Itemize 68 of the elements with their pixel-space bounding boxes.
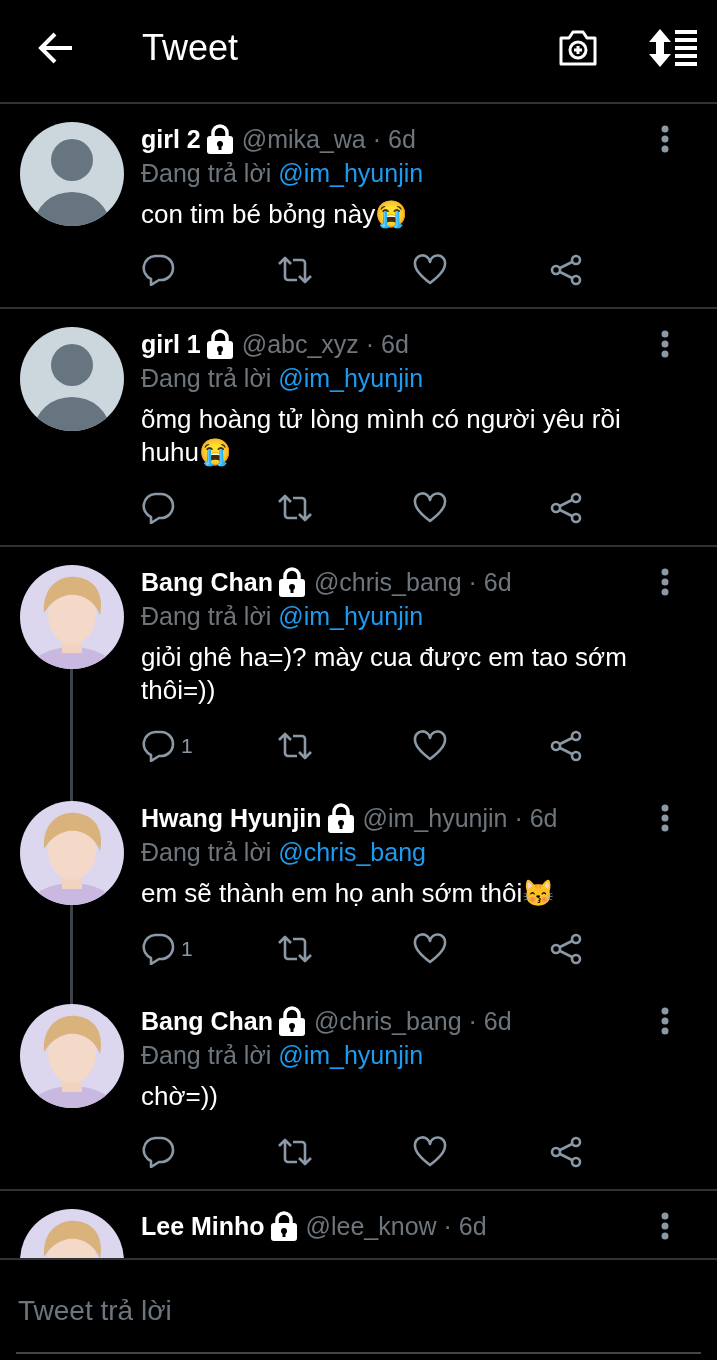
author-name[interactable]: Bang Chan <box>141 1006 273 1036</box>
heart-icon[interactable] <box>413 1136 447 1168</box>
more-icon[interactable] <box>661 330 669 358</box>
lock-icon <box>205 124 234 154</box>
mention-link[interactable]: @im_hyunjin <box>278 159 424 187</box>
page-title: Tweet <box>142 27 240 69</box>
mention-link[interactable]: @im_hyunjin <box>278 1041 424 1069</box>
author-name[interactable]: Lee Minho <box>141 1211 265 1241</box>
author-name[interactable]: girl 2 <box>141 124 201 154</box>
reply-icon[interactable] <box>141 492 175 524</box>
share-icon[interactable] <box>549 933 583 965</box>
handle-and-time: @chris_bang · 6d <box>313 567 513 597</box>
sort-icon[interactable] <box>649 29 697 67</box>
author-name[interactable]: Hwang Hyunjin <box>141 803 322 833</box>
author-name[interactable]: girl 1 <box>141 329 201 359</box>
tweet-text: con tim bé bỏng này😭 <box>141 198 409 231</box>
tweet-text: giỏi ghê ha=)? mày cua được em tao sớm thôi=)) <box>141 641 628 707</box>
replying-to-text: Đang trả lời @im_hyunjin <box>141 158 425 189</box>
heart-icon[interactable] <box>413 492 447 524</box>
replying-to-text: Đang trả lời @im_hyunjin <box>141 363 425 394</box>
reply-field[interactable]: Tweet trả lời <box>16 1270 701 1354</box>
mention-link[interactable]: @im_hyunjin <box>278 602 424 630</box>
mention-link[interactable]: @chris_bang <box>278 838 426 866</box>
more-icon[interactable] <box>661 125 669 153</box>
share-icon[interactable] <box>549 1136 583 1168</box>
reply-icon[interactable] <box>141 933 175 965</box>
handle-and-time: @mika_wa · 6d <box>241 124 417 154</box>
share-icon[interactable] <box>549 730 583 762</box>
handle-and-time: @abc_xyz · 6d <box>241 329 410 359</box>
share-icon[interactable] <box>549 254 583 286</box>
mention-link[interactable]: @im_hyunjin <box>278 364 424 392</box>
reply-icon[interactable] <box>141 730 175 762</box>
replying-to-text: Đang trả lời @im_hyunjin <box>141 601 425 632</box>
tweet-text: õmg hoàng tử lòng mình có người yêu rồi huhu😭 <box>141 403 622 469</box>
back-icon[interactable] <box>38 31 74 65</box>
heart-icon[interactable] <box>413 254 447 286</box>
reply-icon[interactable] <box>141 254 175 286</box>
reply-count: 1 <box>181 937 193 961</box>
tweet-text: em sẽ thành em họ anh sớm thôi😽 <box>141 877 556 910</box>
tweet-text: chờ=)) <box>141 1080 219 1113</box>
handle-and-time: @im_hyunjin · 6d <box>362 803 559 833</box>
retweet-icon[interactable] <box>277 1136 313 1168</box>
lock-icon <box>277 567 306 597</box>
lock-icon <box>269 1211 298 1241</box>
avatar-icon[interactable] <box>20 122 124 226</box>
share-icon[interactable] <box>549 492 583 524</box>
handle-and-time: @lee_know · 6d <box>305 1211 488 1241</box>
heart-icon[interactable] <box>413 933 447 965</box>
handle-and-time: @chris_bang · 6d <box>313 1006 513 1036</box>
replying-to-text: Đang trả lời @im_hyunjin <box>141 1040 425 1071</box>
reply-icon[interactable] <box>141 1136 175 1168</box>
retweet-icon[interactable] <box>277 492 313 524</box>
author-name[interactable]: Bang Chan <box>141 567 273 597</box>
camera-icon[interactable] <box>557 28 599 68</box>
heart-icon[interactable] <box>413 730 447 762</box>
retweet-icon[interactable] <box>277 730 313 762</box>
lock-icon <box>277 1006 306 1036</box>
more-icon[interactable] <box>661 804 669 832</box>
retweet-icon[interactable] <box>277 933 313 965</box>
more-icon[interactable] <box>661 1007 669 1035</box>
more-icon[interactable] <box>661 568 669 596</box>
more-icon[interactable] <box>661 1212 669 1240</box>
lock-icon <box>326 803 355 833</box>
avatar-icon[interactable] <box>20 327 124 431</box>
reply-count: 1 <box>181 734 193 758</box>
lock-icon <box>205 329 234 359</box>
replying-to-text: Đang trả lời @chris_bang <box>141 837 427 868</box>
retweet-icon[interactable] <box>277 254 313 286</box>
